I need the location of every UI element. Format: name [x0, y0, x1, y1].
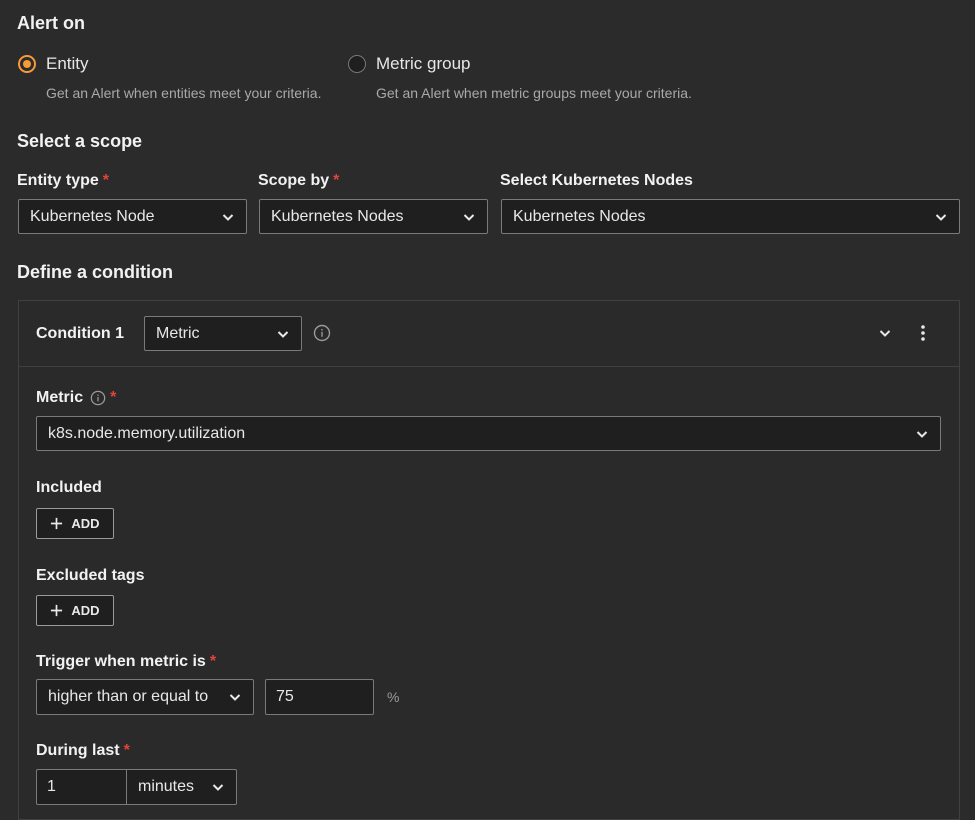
- during-last-label: During last *: [36, 742, 130, 759]
- excluded-tags-label: Excluded tags: [36, 567, 145, 584]
- threshold-input[interactable]: 75: [265, 679, 374, 715]
- entity-type-value: Kubernetes Node: [30, 207, 155, 225]
- condition-type-select[interactable]: Metric: [144, 316, 302, 351]
- chevron-down-icon: [463, 213, 475, 221]
- metric-group-description: Get an Alert when metric groups meet you…: [376, 85, 692, 101]
- included-add-button[interactable]: ADD: [36, 508, 114, 539]
- required-asterisk: *: [209, 653, 217, 670]
- scope-by-value: Kubernetes Nodes: [271, 207, 404, 225]
- select-nodes-label: Select Kubernetes Nodes: [500, 172, 693, 189]
- collapse-chevron-icon[interactable]: [876, 325, 894, 341]
- entity-description: Get an Alert when entities meet your cri…: [46, 85, 322, 101]
- required-asterisk: *: [110, 389, 117, 406]
- required-asterisk: *: [102, 172, 110, 189]
- condition-panel: [18, 300, 960, 820]
- entity-type-label: Entity type *: [17, 172, 110, 189]
- chevron-down-icon: [916, 430, 928, 438]
- threshold-unit: %: [387, 689, 400, 705]
- chevron-down-icon: [222, 213, 234, 221]
- condition-title: Condition 1: [36, 325, 124, 342]
- chevron-down-icon: [277, 330, 289, 338]
- chevron-down-icon: [212, 784, 224, 791]
- metric-group-radio-label[interactable]: Metric group: [376, 54, 470, 74]
- panel-divider: [19, 366, 959, 367]
- plus-icon: [51, 517, 63, 530]
- select-nodes-select[interactable]: Kubernetes Nodes: [501, 199, 960, 234]
- trigger-operator-value: higher than or equal to: [48, 688, 209, 705]
- scope-by-select[interactable]: Kubernetes Nodes: [259, 199, 488, 234]
- chevron-down-icon: [935, 213, 947, 221]
- excluded-add-button[interactable]: ADD: [36, 595, 114, 626]
- more-options-icon[interactable]: [914, 324, 932, 342]
- during-amount-input[interactable]: 1: [36, 769, 127, 805]
- trigger-label: Trigger when metric is *: [36, 653, 217, 670]
- condition-heading: Define a condition: [17, 262, 174, 282]
- info-icon[interactable]: [90, 390, 106, 406]
- select-nodes-value: Kubernetes Nodes: [513, 207, 646, 225]
- during-unit-select[interactable]: minutes: [126, 769, 237, 805]
- metric-label: Metric *: [36, 389, 117, 406]
- alert-on-heading: Alert on: [17, 13, 86, 33]
- entity-radio-label[interactable]: Entity: [46, 54, 89, 74]
- entity-radio[interactable]: [18, 55, 36, 73]
- entity-type-select[interactable]: Kubernetes Node: [18, 199, 247, 234]
- required-asterisk: *: [333, 172, 340, 189]
- included-label: Included: [36, 479, 102, 496]
- condition-type-value: Metric: [156, 324, 200, 342]
- metric-group-radio[interactable]: [348, 55, 366, 73]
- required-asterisk: *: [123, 742, 130, 759]
- trigger-operator-select[interactable]: higher than or equal to: [36, 679, 254, 715]
- scope-by-label: Scope by *: [258, 172, 340, 189]
- metric-select[interactable]: k8s.node.memory.utilization: [36, 416, 941, 451]
- during-unit-value: minutes: [138, 778, 195, 795]
- scope-heading: Select a scope: [17, 131, 143, 151]
- metric-value: k8s.node.memory.utilization: [48, 424, 246, 442]
- plus-icon: [51, 604, 63, 617]
- info-icon[interactable]: [313, 324, 331, 342]
- chevron-down-icon: [229, 694, 241, 701]
